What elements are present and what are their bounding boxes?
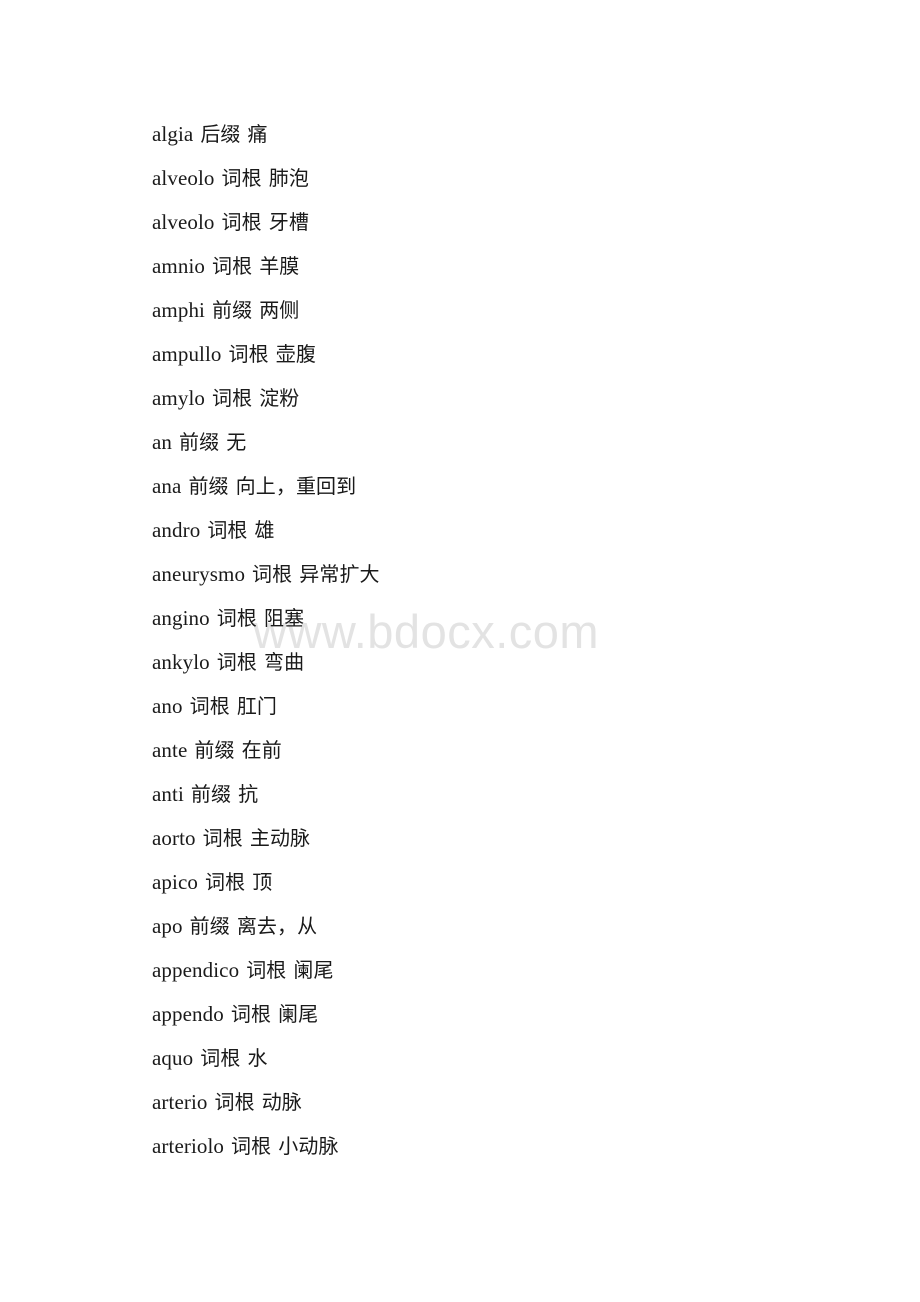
entry-morpheme: aquo (152, 1046, 194, 1070)
entry-gloss: 向上，重回到 (235, 476, 357, 498)
entry-gloss: 顶 (252, 872, 273, 894)
entry-category: 词根 (228, 344, 269, 366)
entry-category: 词根 (221, 212, 262, 234)
entry-gloss: 阻塞 (263, 608, 305, 630)
entry-gloss: 肛门 (236, 696, 278, 718)
entry-gloss: 两侧 (259, 300, 300, 322)
glossary-entry: ankylo 词根 弯曲 (152, 640, 852, 684)
entry-gloss: 抗 (238, 784, 259, 806)
glossary-entry: appendico 词根 阑尾 (152, 948, 852, 992)
entry-morpheme: appendico (152, 958, 240, 982)
glossary-entry: angino 词根 阻塞 (152, 596, 852, 640)
glossary-entry: aneurysmo 词根 异常扩大 (152, 552, 852, 596)
glossary-entry: algia 后缀痛 (152, 112, 852, 156)
entry-gloss: 羊膜 (259, 256, 300, 278)
entry-category: 词根 (216, 652, 257, 674)
glossary-entry: amphi 前缀 两侧 (152, 288, 852, 332)
entry-morpheme: ante (152, 738, 188, 762)
glossary-entry: alveolo 词根 肺泡 (152, 156, 852, 200)
glossary-entry: alveolo 词根 牙槽 (152, 200, 852, 244)
entry-morpheme: apo (152, 914, 183, 938)
entry-morpheme: amnio (152, 254, 205, 278)
entry-category: 词根 (207, 520, 248, 542)
entry-gloss: 雄 (254, 520, 275, 542)
glossary-entry: aquo 词根水 (152, 1036, 852, 1080)
entry-category: 词根 (212, 256, 253, 278)
entry-category: 后缀 (200, 124, 241, 146)
entry-morpheme: appendo (152, 1002, 224, 1026)
entry-morpheme: arterio (152, 1090, 208, 1114)
entry-morpheme: aorto (152, 826, 196, 850)
glossary-entry: appendo 词根 阑尾 (152, 992, 852, 1036)
glossary-entry: amylo 词根 淀粉 (152, 376, 852, 420)
entry-category: 前缀 (188, 476, 229, 498)
entry-gloss: 牙槽 (268, 212, 309, 234)
entry-morpheme: anti (152, 782, 184, 806)
entry-morpheme: ankylo (152, 650, 210, 674)
glossary-entry: ana 前缀 向上，重回到 (152, 464, 852, 508)
entry-gloss: 异常扩大 (299, 564, 380, 586)
entry-category: 词根 (231, 1136, 272, 1158)
entry-morpheme: aneurysmo (152, 562, 246, 586)
glossary-entry: arteriolo 词根 小动脉 (152, 1124, 852, 1168)
entry-morpheme: alveolo (152, 166, 215, 190)
entry-morpheme: ampullo (152, 342, 222, 366)
glossary-entry: apo 前缀 离去，从 (152, 904, 852, 948)
entry-gloss: 在前 (241, 740, 282, 762)
entry-category: 前缀 (189, 916, 230, 938)
entry-gloss: 主动脉 (249, 828, 311, 850)
glossary-entry: ante 前缀 在前 (152, 728, 852, 772)
entry-category: 词根 (212, 388, 253, 410)
glossary-entry: ampullo 词根 壶腹 (152, 332, 852, 376)
entry-category: 词根 (189, 696, 230, 718)
entry-morpheme: alveolo (152, 210, 215, 234)
entry-gloss: 壶腹 (275, 344, 316, 366)
entry-morpheme: ana (152, 474, 182, 498)
entry-morpheme: andro (152, 518, 201, 542)
glossary-entry: aorto 词根 主动脉 (152, 816, 852, 860)
entry-gloss: 弯曲 (263, 652, 305, 674)
entry-category: 词根 (204, 872, 246, 894)
entry-category: 前缀 (190, 784, 232, 806)
entry-morpheme: arteriolo (152, 1134, 225, 1158)
entry-category: 前缀 (179, 432, 220, 454)
entry-category: 前缀 (194, 740, 235, 762)
glossary-entry: anti 前缀抗 (152, 772, 852, 816)
entry-category: 词根 (221, 168, 262, 190)
entry-category: 词根 (246, 960, 287, 982)
entry-category: 词根 (230, 1004, 272, 1026)
glossary-entry: apico 词根顶 (152, 860, 852, 904)
entry-category: 词根 (200, 1048, 241, 1070)
entry-morpheme: angino (152, 606, 210, 630)
glossary-entry: ano 词根 肛门 (152, 684, 852, 728)
glossary-entry: amnio 词根 羊膜 (152, 244, 852, 288)
entry-category: 词根 (216, 608, 257, 630)
entry-morpheme: amylo (152, 386, 205, 410)
entry-gloss: 阑尾 (278, 1004, 319, 1026)
entry-gloss: 离去，从 (236, 916, 318, 938)
entry-gloss: 淀粉 (259, 388, 300, 410)
entry-morpheme: algia (152, 122, 194, 146)
entry-category: 词根 (252, 564, 293, 586)
entry-morpheme: apico (152, 870, 198, 894)
document-page: www.bdocx.com algia 后缀痛 alveolo 词根 肺泡 alveolo… (0, 0, 920, 1302)
glossary-entry: andro 词根雄 (152, 508, 852, 552)
glossary-entry: arterio 词根 动脉 (152, 1080, 852, 1124)
entry-gloss: 动脉 (261, 1092, 302, 1114)
entry-category: 词根 (214, 1092, 255, 1114)
entry-morpheme: ano (152, 694, 183, 718)
entry-gloss: 小动脉 (278, 1136, 339, 1158)
entry-category: 词根 (202, 828, 243, 850)
entry-morpheme: an (152, 430, 173, 454)
glossary-entry: an 前缀无 (152, 420, 852, 464)
entry-gloss: 阑尾 (293, 960, 334, 982)
entry-category: 前缀 (212, 300, 253, 322)
entry-gloss: 痛 (247, 124, 268, 146)
entry-gloss: 水 (247, 1048, 268, 1070)
entry-gloss: 肺泡 (268, 168, 309, 190)
entry-gloss: 无 (226, 432, 247, 454)
glossary-entry-list: algia 后缀痛 alveolo 词根 肺泡 alveolo 词根 牙槽 amnio 词根 羊膜 a… (152, 112, 852, 1168)
entry-morpheme: amphi (152, 298, 205, 322)
